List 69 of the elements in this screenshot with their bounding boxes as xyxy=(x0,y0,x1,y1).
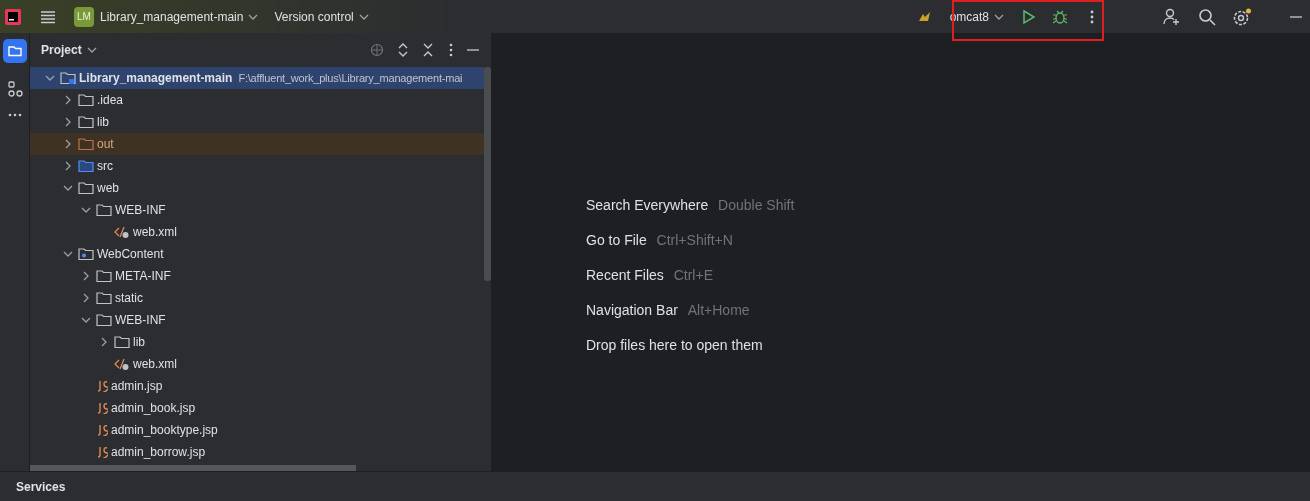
folder-icon xyxy=(78,180,94,195)
project-name: Library_management-main xyxy=(100,8,244,26)
folder-tree-item[interactable]: META-INF xyxy=(30,264,484,287)
scrollbar[interactable] xyxy=(30,464,356,471)
search-icon[interactable] xyxy=(1198,7,1216,26)
minimize-icon[interactable] xyxy=(467,47,479,52)
folder-tree-item[interactable]: WEB-INF xyxy=(30,198,484,221)
file-tree-item[interactable]: admin_booktype.jsp xyxy=(30,418,484,441)
folder-tree-item[interactable]: .idea xyxy=(30,88,484,111)
expand-all-icon[interactable] xyxy=(398,42,408,57)
menu-icon[interactable] xyxy=(40,9,56,24)
folder-icon xyxy=(114,334,130,349)
jsp-file-icon xyxy=(96,423,108,436)
folder-tree-item[interactable]: src xyxy=(30,154,484,177)
folder-icon xyxy=(78,92,94,107)
more-icon[interactable] xyxy=(7,113,22,117)
structure-icon[interactable] xyxy=(6,81,23,97)
editor-hint: Search Everywhere Double Shift xyxy=(586,195,796,215)
folder-icon xyxy=(96,268,112,283)
project-view-selector[interactable]: Project xyxy=(41,40,99,59)
project-tool-icon[interactable] xyxy=(2,39,27,63)
folder-tree-item[interactable]: web xyxy=(30,176,484,199)
xml-file-icon xyxy=(114,356,130,371)
locate-icon[interactable] xyxy=(370,42,384,57)
project-badge: LM xyxy=(74,6,94,27)
file-tree-item[interactable]: web.xml xyxy=(30,220,484,243)
more-icon[interactable] xyxy=(449,42,453,57)
more-icon[interactable] xyxy=(1090,9,1094,24)
file-tree-item[interactable]: admin.jsp xyxy=(30,374,484,397)
collapse-all-icon[interactable] xyxy=(423,42,433,57)
folder-icon xyxy=(96,202,112,217)
xml-file-icon xyxy=(114,224,130,239)
bug-icon[interactable] xyxy=(1052,8,1068,25)
app-logo-icon[interactable] xyxy=(5,8,21,25)
vcs-selector[interactable]: Version control xyxy=(274,7,371,26)
web-folder-icon xyxy=(78,246,94,261)
folder-icon xyxy=(96,312,112,327)
workspace-switcher[interactable]: LM Library_management-main xyxy=(74,6,261,27)
folder-icon xyxy=(78,114,94,129)
jsp-file-icon xyxy=(96,445,108,458)
settings-icon[interactable] xyxy=(1232,7,1252,26)
folder-icon xyxy=(78,158,94,173)
folder-icon xyxy=(96,290,112,305)
minimize-icon[interactable] xyxy=(1290,14,1302,19)
jsp-file-icon xyxy=(96,401,108,414)
folder-tree-item[interactable]: WEB-INF xyxy=(30,308,484,331)
folder-tree-item[interactable]: lib xyxy=(30,110,484,133)
file-tree-item[interactable]: admin_borrow.jsp xyxy=(30,440,484,463)
path-label: F:\affluent_work_plus\Library_management-mai xyxy=(238,70,463,86)
editor-hint: Go to File Ctrl+Shift+N xyxy=(586,230,734,250)
run-icon[interactable] xyxy=(1022,8,1036,25)
editor-hint: Recent Files Ctrl+E xyxy=(586,265,714,285)
add-user-icon[interactable] xyxy=(1162,7,1180,26)
folder-tree-item[interactable]: lib xyxy=(30,330,484,353)
folder-tree-item[interactable]: Library_management-main F:\affluent_work_plus\Library_management-mai xyxy=(30,66,484,89)
folder-tree-item[interactable]: static xyxy=(30,286,484,309)
vcs-label: Version control xyxy=(274,8,354,26)
module-folder-icon xyxy=(60,70,76,85)
services-panel-title[interactable]: Services xyxy=(16,477,66,496)
panel-title: Project xyxy=(41,41,82,59)
folder-icon xyxy=(78,136,94,151)
file-tree-item[interactable]: admin_book.jsp xyxy=(30,396,484,419)
jsp-file-icon xyxy=(96,379,108,392)
folder-tree-item[interactable]: out xyxy=(30,132,484,155)
editor-hint: Navigation Bar Alt+Home xyxy=(586,300,751,320)
file-tree-item[interactable]: web.xml xyxy=(30,352,484,375)
editor-hint: Drop files here to open them xyxy=(586,335,764,355)
scrollbar[interactable] xyxy=(484,66,491,281)
folder-tree-item[interactable]: WebContent xyxy=(30,242,484,265)
